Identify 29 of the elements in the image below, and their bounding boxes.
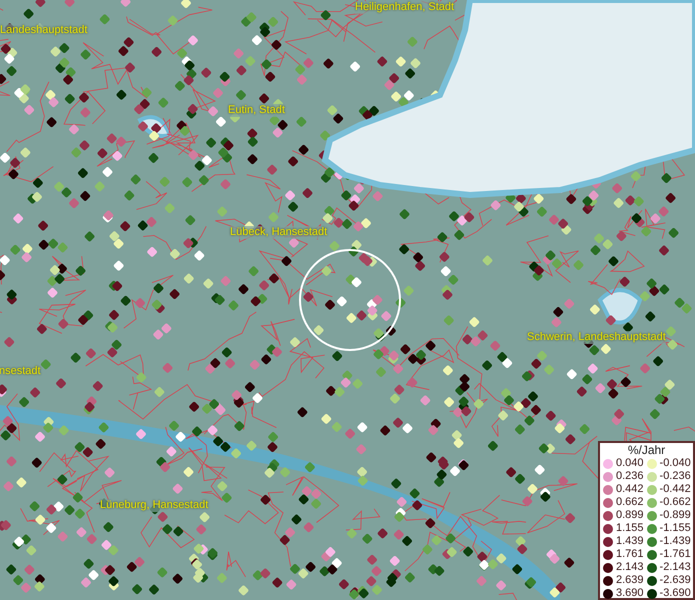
legend-label: -0.899 xyxy=(660,509,691,522)
place-label: Heiligenhafen, Stadt xyxy=(355,1,454,14)
legend-label: 2.143 xyxy=(616,561,644,574)
place-label: Landeshauptstadt xyxy=(0,24,88,37)
legend-label: 0.899 xyxy=(616,509,644,522)
legend-label: 0.442 xyxy=(616,483,644,496)
legend-label: -3.690 xyxy=(660,587,691,600)
legend-title: %/Jahr xyxy=(626,444,666,457)
legend-label: 1.155 xyxy=(616,522,644,535)
place-label: Eutin, Stadt xyxy=(228,104,285,117)
legend-label: -2.639 xyxy=(660,574,691,587)
legend-label: 3.690 xyxy=(616,587,644,600)
legend-label: 2.639 xyxy=(616,574,644,587)
legend-label: -0.236 xyxy=(660,470,691,483)
legend-label: -0.442 xyxy=(660,483,691,496)
place-label: Lüneburg, Hansestadt xyxy=(100,499,208,512)
legend-label: 1.761 xyxy=(616,548,644,561)
place-label: Lübeck, Hansestadt xyxy=(230,226,328,239)
legend-label: -1.155 xyxy=(660,522,691,535)
legend-label: 0.662 xyxy=(616,496,644,509)
legend-label: -0.040 xyxy=(660,457,691,470)
legend-label: 1.439 xyxy=(616,535,644,548)
place-label: Schwerin, Landeshauptstadt xyxy=(527,331,666,344)
legend-label: 0.236 xyxy=(616,470,644,483)
legend-label: -1.439 xyxy=(660,535,691,548)
legend-label: -2.143 xyxy=(660,561,691,574)
legend-label: -0.662 xyxy=(660,496,691,509)
legend-label: 0.040 xyxy=(616,457,644,470)
legend-label: -1.761 xyxy=(660,548,691,561)
